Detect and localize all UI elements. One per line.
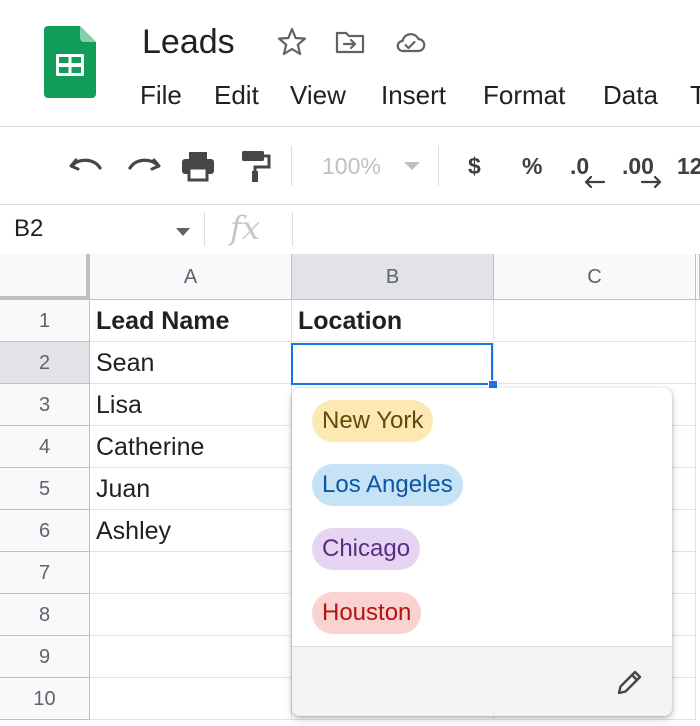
select-all-corner[interactable] bbox=[0, 254, 90, 300]
cell-a5[interactable]: Juan bbox=[90, 468, 292, 510]
zoom-select[interactable]: 100% bbox=[322, 148, 381, 184]
cell-a9[interactable] bbox=[90, 636, 292, 678]
fx-icon: fx bbox=[230, 209, 260, 247]
formula-input[interactable] bbox=[304, 212, 694, 246]
cloud-saved-icon[interactable] bbox=[394, 26, 426, 58]
row-header-4[interactable]: 4 bbox=[0, 426, 90, 468]
row-header-3[interactable]: 3 bbox=[0, 384, 90, 426]
paint-format-icon[interactable] bbox=[236, 146, 276, 186]
cell-a10[interactable] bbox=[90, 678, 292, 720]
row-header-5[interactable]: 5 bbox=[0, 468, 90, 510]
column-header-d-partial[interactable] bbox=[696, 254, 700, 300]
menu-insert[interactable]: Insert bbox=[381, 78, 446, 112]
menu-tools-truncated[interactable]: T bbox=[690, 78, 700, 112]
menu-file[interactable]: File bbox=[140, 78, 182, 112]
formula-separator bbox=[204, 212, 205, 246]
option-chip-houston[interactable]: Houston bbox=[312, 592, 422, 634]
cell-a8[interactable] bbox=[90, 594, 292, 636]
row-header-10[interactable]: 10 bbox=[0, 678, 90, 720]
cell-a1[interactable]: Lead Name bbox=[90, 300, 292, 342]
row-header-8[interactable]: 8 bbox=[0, 594, 90, 636]
row-header-7[interactable]: 7 bbox=[0, 552, 90, 594]
cell-c1[interactable] bbox=[494, 300, 696, 342]
column-header-a[interactable]: A bbox=[90, 254, 292, 300]
formula-separator bbox=[292, 212, 293, 246]
menu-format[interactable]: Format bbox=[483, 78, 565, 112]
toolbar-separator bbox=[438, 146, 439, 186]
menu-data[interactable]: Data bbox=[603, 78, 658, 112]
arrow-right-icon bbox=[640, 176, 662, 188]
star-icon[interactable] bbox=[276, 26, 308, 58]
cell-a2[interactable]: Sean bbox=[90, 342, 292, 384]
row-header-2[interactable]: 2 bbox=[0, 342, 90, 384]
redo-icon[interactable] bbox=[124, 146, 164, 186]
currency-format-button[interactable]: $ bbox=[468, 148, 481, 184]
option-chip-chicago[interactable]: Chicago bbox=[312, 528, 421, 570]
cell-a3[interactable]: Lisa bbox=[90, 384, 292, 426]
name-box[interactable]: B2 bbox=[14, 212, 43, 246]
active-cell-b2[interactable] bbox=[291, 343, 493, 385]
more-formats-button[interactable]: 12 bbox=[677, 148, 700, 184]
print-icon[interactable] bbox=[178, 146, 218, 186]
row-header-1[interactable]: 1 bbox=[0, 300, 90, 342]
option-chip-new-york[interactable]: New York bbox=[312, 400, 434, 442]
row-header-6[interactable]: 6 bbox=[0, 510, 90, 552]
edit-pencil-icon[interactable] bbox=[614, 666, 646, 698]
menu-edit[interactable]: Edit bbox=[214, 78, 259, 112]
arrow-left-icon bbox=[584, 176, 606, 188]
toolbar-separator bbox=[291, 146, 292, 186]
menu-view[interactable]: View bbox=[290, 78, 346, 112]
cell-a4[interactable]: Catherine bbox=[90, 426, 292, 468]
toolbar-divider bbox=[0, 204, 700, 205]
document-title[interactable]: Leads bbox=[142, 20, 235, 64]
dropdown-menu: New York Los Angeles Chicago Houston bbox=[292, 388, 672, 716]
cell-a6[interactable]: Ashley bbox=[90, 510, 292, 552]
zoom-caret-icon[interactable] bbox=[404, 162, 420, 170]
column-header-c[interactable]: C bbox=[494, 254, 696, 300]
sheets-logo-icon[interactable] bbox=[44, 26, 96, 98]
cell-b1[interactable]: Location bbox=[292, 300, 494, 342]
row-header-9[interactable]: 9 bbox=[0, 636, 90, 678]
cell-c2[interactable] bbox=[494, 342, 696, 384]
percent-format-button[interactable]: % bbox=[522, 148, 542, 184]
header-divider bbox=[0, 126, 700, 127]
cell-a7[interactable] bbox=[90, 552, 292, 594]
undo-icon[interactable] bbox=[66, 146, 106, 186]
option-chip-los-angeles[interactable]: Los Angeles bbox=[312, 464, 463, 506]
move-to-folder-icon[interactable] bbox=[334, 26, 366, 58]
name-box-caret-icon[interactable] bbox=[176, 228, 190, 236]
column-header-b[interactable]: B bbox=[292, 254, 494, 300]
